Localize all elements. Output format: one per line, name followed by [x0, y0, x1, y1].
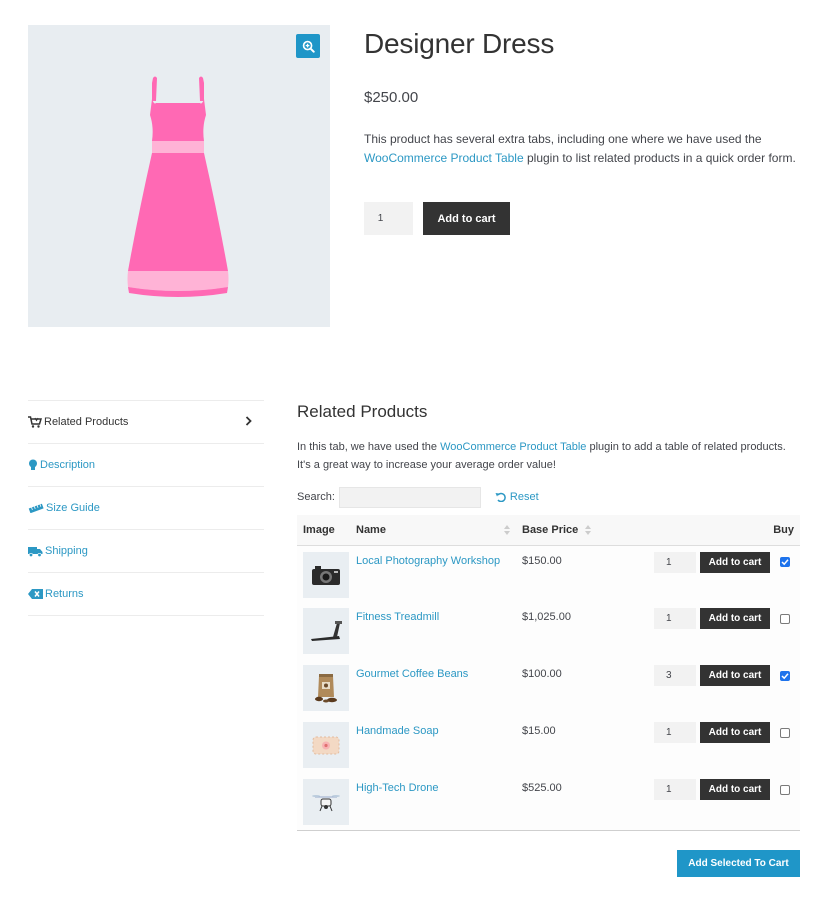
product-price: $250.00	[364, 89, 419, 106]
column-header-buy: Buy	[599, 515, 800, 546]
lightbulb-icon	[28, 459, 38, 471]
related-products-panel: Related Products In this tab, we have us…	[297, 400, 800, 831]
check-icon	[781, 559, 789, 566]
truck-icon	[28, 546, 43, 557]
quantity-input[interactable]: 1	[654, 779, 696, 800]
select-checkbox[interactable]	[780, 613, 790, 624]
product-thumbnail[interactable]	[303, 608, 349, 654]
table-row: Gourmet Coffee Beans $100.00 3 Add to ca…	[297, 659, 800, 716]
table-row: Handmade Soap $15.00 1 Add to cart	[297, 716, 800, 773]
product-thumbnail[interactable]	[303, 551, 349, 598]
add-to-cart-button[interactable]: Add to cart	[700, 722, 770, 743]
product-name-link[interactable]: Gourmet Coffee Beans	[356, 668, 522, 680]
table-header-row: Image Name Base Price Buy	[297, 515, 800, 546]
add-to-cart-button[interactable]: Add to cart	[700, 608, 770, 629]
select-checkbox[interactable]	[780, 557, 790, 567]
add-to-cart-form: Add to cart	[364, 202, 510, 235]
column-header-base-price[interactable]: Base Price	[522, 515, 600, 546]
add-to-cart-button[interactable]: Add to cart	[700, 665, 770, 686]
product-tabs: Related Products Description Size Guide …	[28, 400, 264, 616]
treadmill-icon	[311, 621, 342, 641]
tab-label: Returns	[45, 588, 84, 600]
column-header-name[interactable]: Name	[356, 515, 522, 546]
product-description: This product has several extra tabs, inc…	[364, 132, 796, 165]
panel-description: In this tab, we have used the WooCommerc…	[297, 441, 786, 471]
tab-label: Shipping	[45, 545, 88, 557]
product-name-link[interactable]: Handmade Soap	[356, 725, 522, 737]
tab-label: Related Products	[44, 416, 129, 428]
sort-icon	[504, 525, 510, 538]
zoom-button[interactable]	[296, 34, 320, 58]
table-row: High-Tech Drone $525.00 1 Add to cart	[297, 773, 800, 831]
tab-shipping[interactable]: Shipping	[28, 530, 264, 573]
tab-size-guide[interactable]: Size Guide	[28, 487, 264, 530]
product-name-link[interactable]: High-Tech Drone	[356, 782, 522, 794]
backspace-icon	[28, 589, 43, 599]
undo-icon	[495, 492, 506, 502]
coffee-bag-icon	[315, 674, 337, 703]
product-thumbnail[interactable]	[303, 722, 349, 768]
tab-returns[interactable]: Returns	[28, 573, 264, 616]
tab-label: Description	[40, 459, 96, 471]
product-price: $150.00	[522, 554, 562, 567]
add-to-cart-button[interactable]: Add to cart	[700, 551, 770, 573]
product-price: $1,025.00	[522, 611, 571, 623]
select-checkbox[interactable]	[780, 670, 790, 681]
add-to-cart-button[interactable]: Add to cart	[700, 779, 770, 800]
product-table: Image Name Base Price Buy Local Photogra…	[297, 515, 800, 831]
woocommerce-product-table-link[interactable]: WooCommerce Product Table	[364, 151, 524, 165]
column-header-image: Image	[297, 515, 356, 546]
quantity-input[interactable]	[364, 202, 413, 235]
ruler-icon	[28, 503, 44, 513]
quantity-input[interactable]: 1	[654, 722, 696, 743]
product-name-link[interactable]: Local Photography Workshop	[356, 555, 522, 567]
select-checkbox[interactable]	[780, 784, 790, 795]
quantity-input[interactable]: 3	[654, 665, 696, 686]
reset-button[interactable]: Reset	[495, 491, 539, 503]
product-price: $525.00	[522, 782, 562, 794]
dress-image	[127, 76, 229, 297]
sort-icon	[585, 525, 591, 538]
reset-label: Reset	[509, 491, 539, 503]
product-thumbnail[interactable]	[303, 779, 349, 825]
tab-related-products[interactable]: Related Products	[28, 401, 264, 444]
search-input[interactable]	[338, 486, 481, 508]
zoom-in-icon	[302, 40, 315, 53]
select-checkbox[interactable]	[780, 727, 790, 738]
product-summary: Designer Dress $250.00 This product has …	[364, 25, 804, 235]
camera-icon	[312, 565, 340, 585]
product-price: $100.00	[522, 668, 562, 680]
table-row: Fitness Treadmill $1,025.00 1 Add to car…	[297, 602, 800, 659]
product-title: Designer Dress	[364, 28, 555, 59]
quantity-input[interactable]: 1	[654, 551, 696, 573]
search-label: Search:	[297, 491, 335, 503]
woocommerce-product-table-link[interactable]: WooCommerce Product Table	[440, 441, 586, 453]
check-icon	[781, 672, 789, 679]
quantity-input[interactable]: 1	[654, 608, 696, 629]
table-search: Search: Reset	[297, 486, 800, 508]
chevron-right-icon	[245, 416, 252, 426]
add-to-cart-button[interactable]: Add to cart	[423, 202, 510, 235]
product-image[interactable]	[28, 25, 330, 327]
tab-description[interactable]: Description	[28, 444, 264, 487]
table-row: Local Photography Workshop $150.00 1 Add…	[297, 545, 800, 602]
drone-icon	[312, 795, 340, 812]
product-price: $15.00	[522, 725, 556, 737]
tab-label: Size Guide	[46, 502, 100, 514]
add-selected-to-cart-button[interactable]: Add Selected To Cart	[677, 850, 800, 877]
cart-icon	[28, 416, 42, 428]
product-thumbnail[interactable]	[303, 665, 349, 711]
product-name-link[interactable]: Fitness Treadmill	[356, 611, 522, 623]
soap-icon	[312, 736, 340, 755]
panel-title: Related Products	[297, 402, 428, 421]
